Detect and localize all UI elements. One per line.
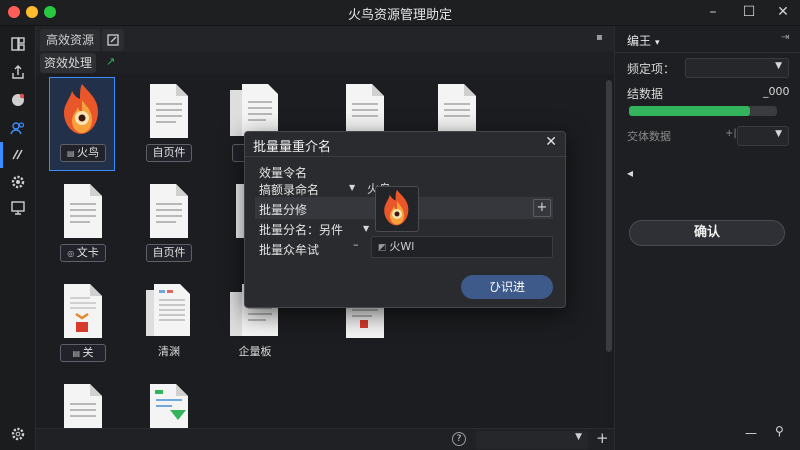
file-label: ◎ 文卡: [60, 244, 106, 262]
zoom-select[interactable]: ▼: [476, 431, 588, 449]
progress-bar: [629, 106, 777, 116]
tab-main[interactable]: 高效资源: [40, 29, 101, 51]
dialog-divider: [245, 156, 567, 157]
add-rule-button[interactable]: +: [533, 199, 551, 217]
preview-thumbnail: [375, 186, 419, 232]
settings-icon[interactable]: [8, 172, 28, 192]
help-icon[interactable]: ?: [452, 432, 466, 446]
upload-icon[interactable]: [8, 62, 28, 82]
file-item[interactable]: ◎ 文卡: [50, 178, 114, 270]
progress-label: 结数据: [627, 87, 664, 101]
rename-input[interactable]: ◩ 火Wl: [371, 236, 553, 258]
close-icon[interactable]: ✕: [774, 3, 792, 21]
files-icon[interactable]: [8, 34, 28, 54]
document-icon: [64, 184, 102, 238]
batch-rename-dialog: 批量量重介名 ✕ 效量令名 搞额录命名 ▼ 火鸟 批量分修 + 批量分名：另件 …: [244, 131, 567, 308]
trend-icon: ↗: [106, 55, 116, 68]
file-item[interactable]: [50, 378, 114, 428]
pin-icon[interactable]: ▪: [596, 32, 603, 43]
chart-document-icon: [150, 384, 188, 428]
field2-hint: +|: [725, 128, 737, 139]
field1-select[interactable]: ▼: [685, 58, 789, 78]
file-item[interactable]: [136, 378, 200, 428]
dialog-label: 效量令名: [259, 166, 308, 180]
brush-icon[interactable]: [8, 144, 28, 164]
edit-icon: [107, 34, 119, 46]
dialog-title: 批量量重介名: [253, 140, 332, 155]
subtab-bar: 资效处理 ↗: [36, 52, 614, 74]
maximize-icon[interactable]: ☐: [740, 3, 758, 21]
document-icon: [150, 184, 188, 238]
field2-select[interactable]: ▼: [737, 126, 789, 146]
search-icon[interactable]: ⚲: [775, 424, 784, 438]
icon-rail: [0, 26, 36, 450]
status-bar: ? ▼ +: [36, 428, 614, 450]
edit-tab-button[interactable]: [102, 29, 124, 51]
execute-button[interactable]: ひ识进: [461, 275, 553, 299]
flame-logo-icon: [64, 84, 98, 134]
pdf-document-icon: [64, 284, 102, 338]
dialog-label: 批量分修: [259, 203, 308, 217]
file-label: 企量板: [238, 345, 272, 358]
collapse-panel-icon[interactable]: ⇥: [781, 32, 789, 43]
file-label: 自页件: [146, 144, 192, 162]
flame-logo-icon: [384, 189, 409, 226]
document-icon: [150, 84, 188, 138]
document-icon: [64, 384, 102, 428]
dialog-label: 搞额录命名: [259, 183, 320, 197]
add-icon[interactable]: +: [596, 429, 609, 447]
file-label: ▤ 火鸟: [60, 144, 106, 162]
confirm-button[interactable]: 确认: [629, 220, 785, 246]
panel-header[interactable]: 编王 ▾: [627, 32, 660, 49]
field2-label: 交体数据: [627, 130, 671, 143]
tab-bar: 高效资源 ▪: [36, 26, 614, 52]
dialog-close-icon[interactable]: ✕: [545, 134, 557, 150]
file-item[interactable]: 自页件: [136, 178, 200, 270]
gear-icon[interactable]: [8, 424, 28, 444]
grid-scrollbar[interactable]: [606, 80, 612, 352]
properties-panel: 编王 ▾ ⇥ 频定项： ▼ 结数据 _000 交体数据 +| ▼ ◂ 确认 — ⚲: [614, 26, 800, 450]
monitor-icon[interactable]: [8, 198, 28, 218]
minus-icon[interactable]: —: [745, 426, 757, 440]
chevron-down-icon: ▼: [575, 432, 582, 442]
field1-label: 频定项：: [627, 62, 676, 76]
palette-icon[interactable]: [8, 90, 28, 110]
dash-icon: –: [353, 238, 359, 251]
minimize-icon[interactable]: –: [704, 3, 722, 21]
file-label: 清渊: [158, 345, 180, 358]
file-label: ▤ 关: [60, 344, 106, 362]
active-indicator: [0, 142, 3, 168]
subtab-processing[interactable]: 资效处理: [40, 53, 97, 73]
spreadsheet-document-icon: [146, 284, 190, 336]
file-label: 自页件: [146, 244, 192, 262]
panel-divider: [615, 52, 800, 53]
chevron-down-icon[interactable]: ▼: [363, 224, 369, 233]
title-bar: 火鸟资源管理助定 – ☐ ✕: [0, 0, 800, 26]
dialog-label: 批量分名：另件: [259, 223, 344, 237]
edit-icon: ◩: [378, 243, 390, 253]
chevron-down-icon: ▼: [775, 61, 782, 71]
file-item[interactable]: 清渊: [136, 278, 200, 370]
chevron-down-icon[interactable]: ▼: [349, 183, 355, 192]
file-item[interactable]: 自页件: [136, 78, 200, 170]
chevron-down-icon: ▼: [775, 129, 782, 139]
back-icon[interactable]: ◂: [627, 166, 633, 180]
dialog-label: 批量众牟试: [259, 243, 320, 257]
window-title: 火鸟资源管理助定: [347, 8, 452, 23]
progress-fill: [629, 106, 751, 116]
file-item[interactable]: ▤ 火鸟: [49, 77, 115, 171]
users-icon[interactable]: [8, 118, 28, 138]
file-item[interactable]: ▤ 关: [50, 278, 114, 370]
progress-value: _000: [763, 85, 790, 98]
